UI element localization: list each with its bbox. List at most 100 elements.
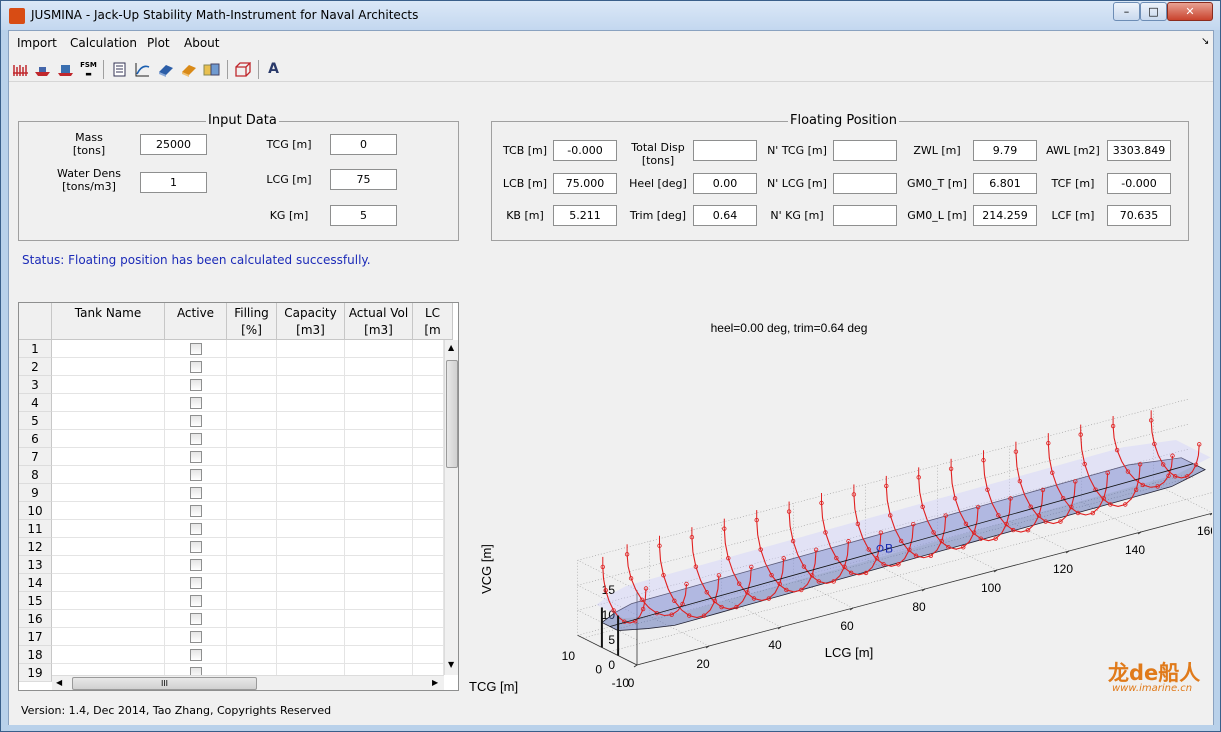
table-cell[interactable] — [345, 538, 413, 556]
table-cell[interactable] — [277, 538, 345, 556]
active-checkbox[interactable] — [190, 577, 202, 589]
maximize-button[interactable]: □ — [1140, 2, 1167, 21]
close-button[interactable]: ✕ — [1167, 2, 1213, 21]
active-checkbox[interactable] — [190, 397, 202, 409]
water-dens-field[interactable]: 1 — [140, 172, 207, 193]
active-checkbox[interactable] — [190, 631, 202, 643]
active-checkbox[interactable] — [190, 379, 202, 391]
trim-field[interactable]: 0.64 — [693, 205, 757, 226]
table-cell[interactable] — [52, 466, 165, 484]
gm0-l-field[interactable]: 214.259 — [973, 205, 1037, 226]
scroll-up-icon[interactable]: ▲ — [448, 343, 454, 352]
active-checkbox[interactable] — [190, 415, 202, 427]
active-checkbox[interactable] — [190, 541, 202, 553]
col-capacity[interactable]: Capacity [m3] — [277, 303, 345, 340]
table-cell[interactable] — [413, 394, 444, 412]
table-cell[interactable] — [413, 466, 444, 484]
table-cell[interactable] — [413, 520, 444, 538]
table-cell[interactable] — [277, 610, 345, 628]
active-cell[interactable] — [165, 340, 227, 358]
active-checkbox[interactable] — [190, 649, 202, 661]
table-cell[interactable] — [345, 520, 413, 538]
book-orange-icon[interactable] — [180, 61, 197, 78]
table-cell[interactable] — [277, 502, 345, 520]
mass-field[interactable]: 25000 — [140, 134, 207, 155]
table-cell[interactable] — [345, 394, 413, 412]
font-icon[interactable]: A — [265, 61, 282, 78]
active-cell[interactable] — [165, 520, 227, 538]
table-cell[interactable] — [227, 574, 277, 592]
ntcg-field[interactable] — [833, 140, 897, 161]
kb-field[interactable]: 5.211 — [553, 205, 617, 226]
vertical-scrollbar[interactable]: ▲ ▼ — [444, 340, 458, 675]
table-cell[interactable] — [277, 520, 345, 538]
table-cell[interactable] — [277, 556, 345, 574]
table-cell[interactable] — [52, 646, 165, 664]
table-cell[interactable] — [227, 538, 277, 556]
curve-icon[interactable] — [134, 61, 151, 78]
table-cell[interactable] — [413, 574, 444, 592]
table-cell[interactable] — [227, 628, 277, 646]
menu-calculation[interactable]: Calculation — [70, 36, 137, 50]
table-cell[interactable] — [227, 430, 277, 448]
table-cell[interactable] — [227, 376, 277, 394]
active-checkbox[interactable] — [190, 343, 202, 355]
menu-plot[interactable]: Plot — [147, 36, 170, 50]
col-tank-name[interactable]: Tank Name — [52, 303, 165, 340]
table-cell[interactable] — [52, 376, 165, 394]
table-cell[interactable] — [413, 538, 444, 556]
table-cell[interactable] — [413, 592, 444, 610]
table-cell[interactable] — [52, 538, 165, 556]
active-checkbox[interactable] — [190, 433, 202, 445]
hull-lines-icon[interactable] — [12, 61, 29, 78]
box-3d-icon[interactable] — [234, 61, 252, 78]
table-cell[interactable] — [52, 502, 165, 520]
tcf-field[interactable]: -0.000 — [1107, 173, 1171, 194]
active-checkbox[interactable] — [190, 523, 202, 535]
total-disp-field[interactable] — [693, 140, 757, 161]
vertical-scroll-thumb[interactable] — [446, 360, 458, 468]
minimize-button[interactable]: – — [1113, 2, 1140, 21]
table-cell[interactable] — [227, 520, 277, 538]
active-checkbox[interactable] — [190, 469, 202, 481]
table-cell[interactable] — [52, 610, 165, 628]
active-cell[interactable] — [165, 448, 227, 466]
active-cell[interactable] — [165, 628, 227, 646]
active-checkbox[interactable] — [190, 505, 202, 517]
kg-field[interactable]: 5 — [330, 205, 397, 226]
table-cell[interactable] — [227, 484, 277, 502]
table-cell[interactable] — [277, 394, 345, 412]
table-cell[interactable] — [277, 376, 345, 394]
active-cell[interactable] — [165, 430, 227, 448]
horizontal-scroll-thumb[interactable]: III — [72, 677, 257, 690]
table-cell[interactable] — [345, 376, 413, 394]
table-cell[interactable] — [52, 430, 165, 448]
tanks-table-icon[interactable] — [203, 61, 220, 78]
active-checkbox[interactable] — [190, 361, 202, 373]
nkg-field[interactable] — [833, 205, 897, 226]
table-cell[interactable] — [52, 628, 165, 646]
table-cell[interactable] — [413, 556, 444, 574]
menu-import[interactable]: Import — [17, 36, 57, 50]
table-cell[interactable] — [52, 556, 165, 574]
table-cell[interactable] — [277, 412, 345, 430]
active-checkbox[interactable] — [190, 487, 202, 499]
active-checkbox[interactable] — [190, 595, 202, 607]
table-cell[interactable] — [345, 466, 413, 484]
table-cell[interactable] — [227, 646, 277, 664]
table-cell[interactable] — [345, 448, 413, 466]
table-cell[interactable] — [413, 628, 444, 646]
scroll-down-icon[interactable]: ▼ — [448, 660, 454, 669]
table-cell[interactable] — [345, 430, 413, 448]
active-cell[interactable] — [165, 394, 227, 412]
table-cell[interactable] — [345, 556, 413, 574]
active-cell[interactable] — [165, 484, 227, 502]
active-cell[interactable] — [165, 646, 227, 664]
table-cell[interactable] — [52, 592, 165, 610]
table-cell[interactable] — [413, 448, 444, 466]
ship-3d-plot[interactable]: heel=0.00 deg, trim=0.64 deg 0 20 40 60 80 10… — [467, 295, 1221, 723]
table-cell[interactable] — [52, 520, 165, 538]
title-bar[interactable]: JUSMINA - Jack-Up Stability Math-Instrum… — [1, 1, 1220, 30]
table-cell[interactable] — [277, 592, 345, 610]
table-cell[interactable] — [277, 340, 345, 358]
